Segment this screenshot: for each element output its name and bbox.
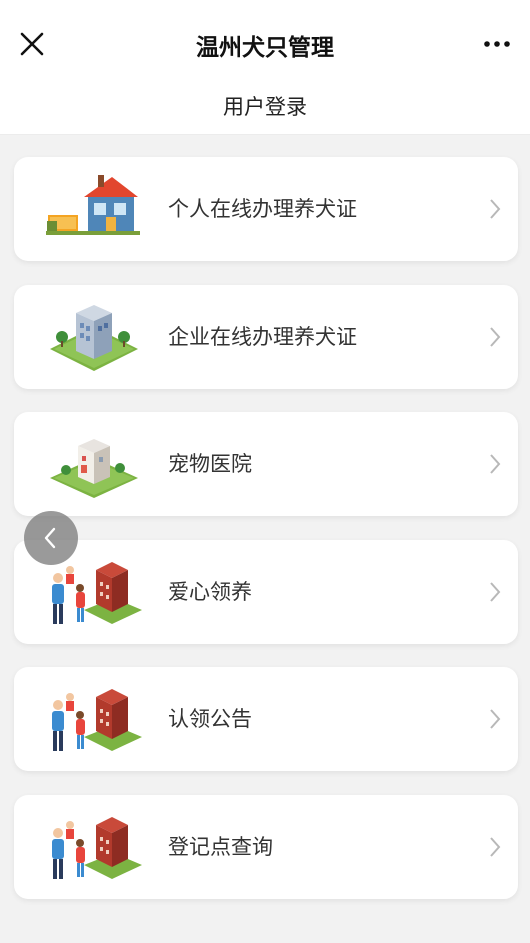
menu-item-label: 爱心领养 <box>168 579 252 604</box>
back-arrow-icon <box>44 527 56 549</box>
menu-item-adoption[interactable]: 爱心领养 <box>14 539 518 644</box>
more-icon[interactable] <box>482 30 512 58</box>
top-nav-bar: 温州犬只管理 <box>0 0 530 88</box>
menu-item-claim-notice[interactable]: 认领公告 <box>14 667 518 771</box>
menu-list: 个人在线办理养犬证 企业在线办理养犬证 宠物医院 爱心领养 认领公告 登记点查询 <box>14 157 518 922</box>
menu-item-pet-hospital[interactable]: 宠物医院 <box>14 412 518 516</box>
page-title: 用户登录 <box>223 95 307 119</box>
floating-back-button[interactable] <box>24 511 78 565</box>
office-building-icon <box>50 304 138 371</box>
app-title: 温州犬只管理 <box>196 35 334 61</box>
chevron-right-icon <box>490 454 501 474</box>
house-icon <box>46 175 140 235</box>
page-header: 用户登录 <box>0 88 530 135</box>
chevron-right-icon <box>490 836 501 857</box>
chevron-right-icon <box>490 199 501 219</box>
menu-item-label: 个人在线办理养犬证 <box>168 197 357 221</box>
family-building-icon <box>52 689 142 751</box>
menu-item-label: 宠物医院 <box>168 452 252 476</box>
menu-item-label: 认领公告 <box>168 707 252 731</box>
menu-item-registration-point-search[interactable]: 登记点查询 <box>14 794 518 899</box>
hospital-icon <box>50 439 138 498</box>
menu-item-label: 企业在线办理养犬证 <box>168 324 357 349</box>
chevron-right-icon <box>490 581 501 602</box>
menu-item-personal-license[interactable]: 个人在线办理养犬证 <box>14 157 518 261</box>
chevron-right-icon <box>490 709 501 729</box>
chevron-right-icon <box>490 326 501 347</box>
menu-item-enterprise-license[interactable]: 企业在线办理养犬证 <box>14 284 518 389</box>
family-building-icon <box>52 816 142 879</box>
menu-item-label: 登记点查询 <box>168 834 273 859</box>
